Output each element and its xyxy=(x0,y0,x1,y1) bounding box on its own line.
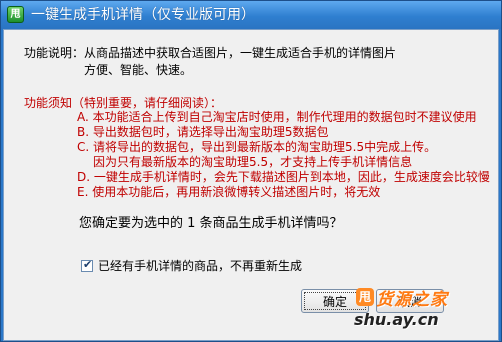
notice-item-d: D. 一键生成手机详情时，会先下载描述图片到本地，因此，生成速度会比较慢 xyxy=(77,170,490,184)
confirm-question: 您确定要为选中的 1 条商品生成手机详情吗？ xyxy=(79,216,343,231)
notice-header: 功能须知（特别重要，请仔细阅读）： xyxy=(24,96,223,110)
skip-existing-label[interactable]: 已经有手机详情的商品，不再重新生成 xyxy=(98,259,302,273)
dialog-window: 甩 一键生成手机详情（仅专业版可用） 功能说明： 从商品描述中获取合适图片，一键… xyxy=(0,0,502,342)
watermark-brand: 货源之家 xyxy=(376,290,448,310)
intro-line-1: 从商品描述中获取合适图片，一键生成适合手机的详情图片 xyxy=(84,46,397,60)
window-title: 一键生成手机详情（仅专业版可用） xyxy=(31,7,255,23)
watermark: 甩 货源之家 shu.ay.cn xyxy=(354,288,496,340)
title-bar[interactable]: 甩 一键生成手机详情（仅专业版可用） xyxy=(1,1,501,29)
checkmark-icon: ✔ xyxy=(83,258,93,271)
notice-item-c-continued: 因为只有最新版本的淘宝助理5.5，才支持上传手机详情信息 xyxy=(93,155,413,169)
intro-line-2: 方便、智能、快速。 xyxy=(84,63,193,77)
app-icon: 甩 xyxy=(7,6,24,23)
notice-item-e: E. 使用本功能后，再用新浪微博转义描述图片时，将无效 xyxy=(77,185,381,199)
intro-label: 功能说明： xyxy=(24,46,85,60)
skip-existing-checkbox[interactable]: ✔ xyxy=(81,258,93,272)
watermark-url: shu.ay.cn xyxy=(354,310,439,329)
notice-item-a: A. 本功能适合上传到自己淘宝店时使用，制作代理用的数据包时不建议使用 xyxy=(77,110,477,124)
notice-item-b: B. 导出数据包时，请选择导出淘宝助理5数据包 xyxy=(77,125,329,139)
notice-item-c: C. 请将导出的数据包，导出到最新版本的淘宝助理5.5中完成上传。 xyxy=(77,140,437,154)
watermark-logo: 甩 xyxy=(356,288,374,306)
